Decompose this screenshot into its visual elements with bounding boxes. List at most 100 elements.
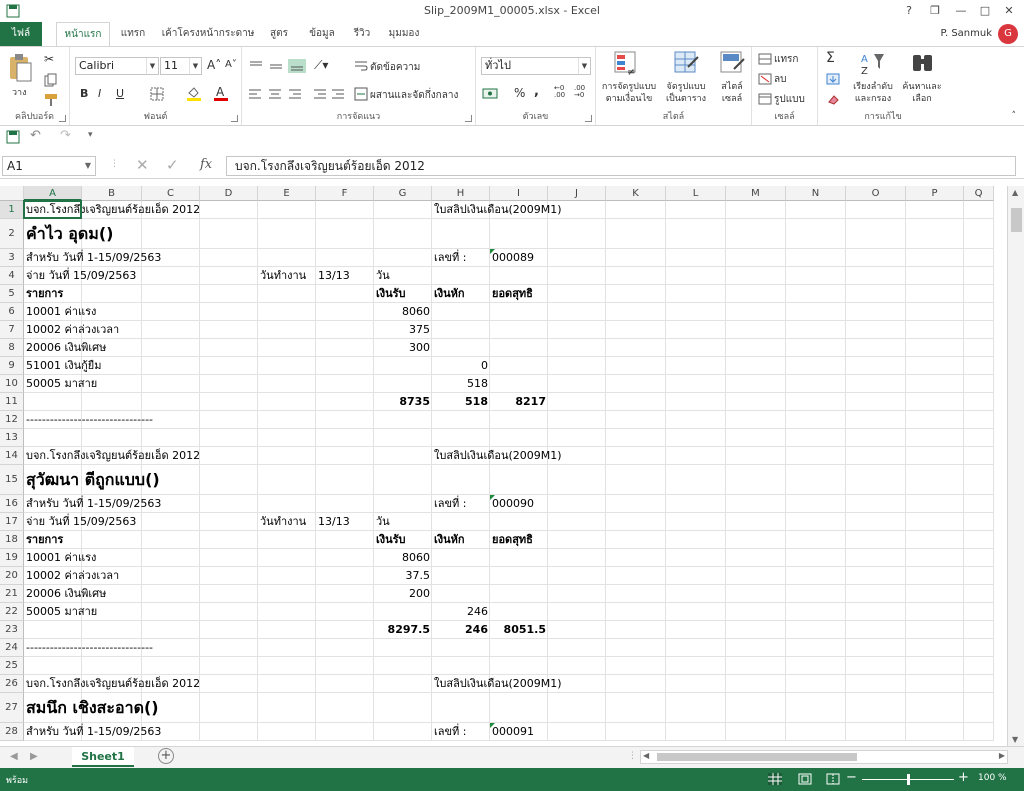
number-launcher-icon[interactable] [585,115,592,122]
currency-icon[interactable] [482,87,500,101]
hscroll-thumb[interactable] [657,753,857,761]
prev-sheet-icon[interactable]: ◀ [10,751,18,762]
column-header-h[interactable]: H [432,186,490,201]
undo-icon[interactable]: ↶ [30,128,41,143]
row-header-24[interactable]: 24 [0,639,24,657]
row-header-16[interactable]: 16 [0,495,24,513]
cell-h11[interactable]: 518 [434,393,488,411]
row-header-8[interactable]: 8 [0,339,24,357]
format-cells-button[interactable]: รูปแบบ [774,92,805,107]
page-break-preview-icon[interactable] [826,773,840,785]
cut-icon[interactable]: ✂ [44,52,54,66]
sort-filter-icon[interactable]: AZ [860,51,886,77]
row-header-21[interactable]: 21 [0,585,24,603]
cell-a2[interactable]: คำไว อุดม() [26,219,113,249]
cell-a20[interactable]: 10002 ค่าล่วงเวลา [26,567,119,585]
cell-a16[interactable]: สำหรับ วันที่ 1-15/09/2563 [26,495,161,513]
row-header-20[interactable]: 20 [0,567,24,585]
row-header-14[interactable]: 14 [0,447,24,465]
cell-h5[interactable]: เงินหัก [434,285,465,303]
user-name[interactable]: P. Sanmuk [940,22,992,46]
column-header-g[interactable]: G [374,186,432,201]
select-all-corner[interactable] [0,186,24,201]
orientation-icon[interactable]: ⟋▾ [314,58,328,73]
cell-a5[interactable]: รายการ [26,285,63,303]
add-sheet-button[interactable]: + [158,748,174,764]
normal-view-icon[interactable] [768,773,782,785]
italic-button[interactable]: I [98,87,101,100]
column-header-o[interactable]: O [846,186,906,201]
row-header-12[interactable]: 12 [0,411,24,429]
cell-g5[interactable]: เงินรับ [376,285,406,303]
customize-qat-icon[interactable]: ▾ [88,130,93,140]
tab-data[interactable]: ข้อมูล [304,22,340,46]
sort-filter-button[interactable]: เรียงลำดับ และกรอง [852,81,894,105]
column-header-i[interactable]: I [490,186,548,201]
cell-g7[interactable]: 375 [376,321,430,339]
tab-review[interactable]: รีวิว [346,22,378,46]
cell-h22[interactable]: 246 [434,603,488,621]
find-select-icon[interactable] [910,51,936,77]
row-header-25[interactable]: 25 [0,657,24,675]
font-name-select[interactable]: Calibri ▼ [75,57,159,75]
grow-font-icon[interactable]: A˄ [207,58,221,72]
column-header-c[interactable]: C [142,186,200,201]
borders-icon[interactable] [150,87,164,101]
scroll-down-icon[interactable]: ▼ [1012,735,1018,744]
save-icon[interactable] [6,130,20,144]
cell-i11[interactable]: 8217 [492,393,546,411]
row-header-1[interactable]: 1 [0,201,24,219]
row-header-7[interactable]: 7 [0,321,24,339]
column-header-b[interactable]: B [82,186,142,201]
tab-page-layout[interactable]: เค้าโครงหน้ากระดาษ [158,22,258,46]
row-header-11[interactable]: 11 [0,393,24,411]
cell-a15[interactable]: สุวัฒนา ตีถูกแบบ() [26,465,160,495]
underline-button[interactable]: U [116,87,124,100]
cell-e4[interactable]: วันทำงาน [260,267,306,285]
row-header-23[interactable]: 23 [0,621,24,639]
cell-a7[interactable]: 10002 ค่าล่วงเวลา [26,321,119,339]
cell-a18[interactable]: รายการ [26,531,63,549]
decrease-decimal-icon[interactable]: .00 →0 [574,85,585,99]
row-header-28[interactable]: 28 [0,723,24,741]
redo-icon[interactable]: ↷ [60,128,71,143]
next-sheet-icon[interactable]: ▶ [30,751,38,762]
cell-g17[interactable]: วัน [376,513,390,531]
cell-h1[interactable]: ใบสลิปเงินเดือน(2009M1) [434,201,562,219]
insert-function-button[interactable]: fx [200,157,212,172]
cell-a6[interactable]: 10001 ค่าแรง [26,303,96,321]
cell-g11[interactable]: 8735 [376,393,430,411]
cell-a21[interactable]: 20006 เงินพิเศษ [26,585,106,603]
cell-a26[interactable]: บจก.โรงกลึงเจริญยนต์ร้อยเอ็ด 2012 [26,675,200,693]
zoom-out-button[interactable]: − [846,770,857,785]
row-header-3[interactable]: 3 [0,249,24,267]
cell-h23[interactable]: 246 [434,621,488,639]
scroll-up-icon[interactable]: ▲ [1012,188,1018,197]
cell-a27[interactable]: สมนึก เชิงสะอาด() [26,693,159,723]
fill-down-icon[interactable] [826,73,840,85]
autosum-button[interactable]: Σ [826,50,835,66]
vertical-align-icons[interactable] [248,59,308,73]
cell-h16[interactable]: เลขที่ : [434,495,466,513]
cell-a9[interactable]: 51001 เงินกู้ยืม [26,357,102,375]
cell-h9[interactable]: 0 [434,357,488,375]
horizontal-scrollbar[interactable]: ◀ ▶ [640,750,1008,764]
formula-input[interactable]: บจก.โรงกลึงเจริญยนต์ร้อยเอ็ด 2012 [226,156,1016,176]
ribbon-display-button[interactable]: ❐ [927,3,943,18]
column-header-p[interactable]: P [906,186,964,201]
cell-a3[interactable]: สำหรับ วันที่ 1-15/09/2563 [26,249,161,267]
cell-a19[interactable]: 10001 ค่าแรง [26,549,96,567]
tab-insert[interactable]: แทรก [114,22,152,46]
row-header-6[interactable]: 6 [0,303,24,321]
cell-g19[interactable]: 8060 [376,549,430,567]
format-as-table-button[interactable]: จัดรูปแบบ เป็นตาราง [660,81,712,105]
cell-h14[interactable]: ใบสลิปเงินเดือน(2009M1) [434,447,562,465]
font-color-icon[interactable]: A [214,85,228,101]
column-header-e[interactable]: E [258,186,316,201]
find-select-button[interactable]: ค้นหาและ เลือก [898,81,946,105]
name-box[interactable]: A1 ▼ [2,156,96,176]
horizontal-align-icons[interactable] [248,87,344,101]
row-header-13[interactable]: 13 [0,429,24,447]
insert-cells-button[interactable]: แทรก [774,52,798,67]
cell-f4[interactable]: 13/13 [318,267,350,285]
